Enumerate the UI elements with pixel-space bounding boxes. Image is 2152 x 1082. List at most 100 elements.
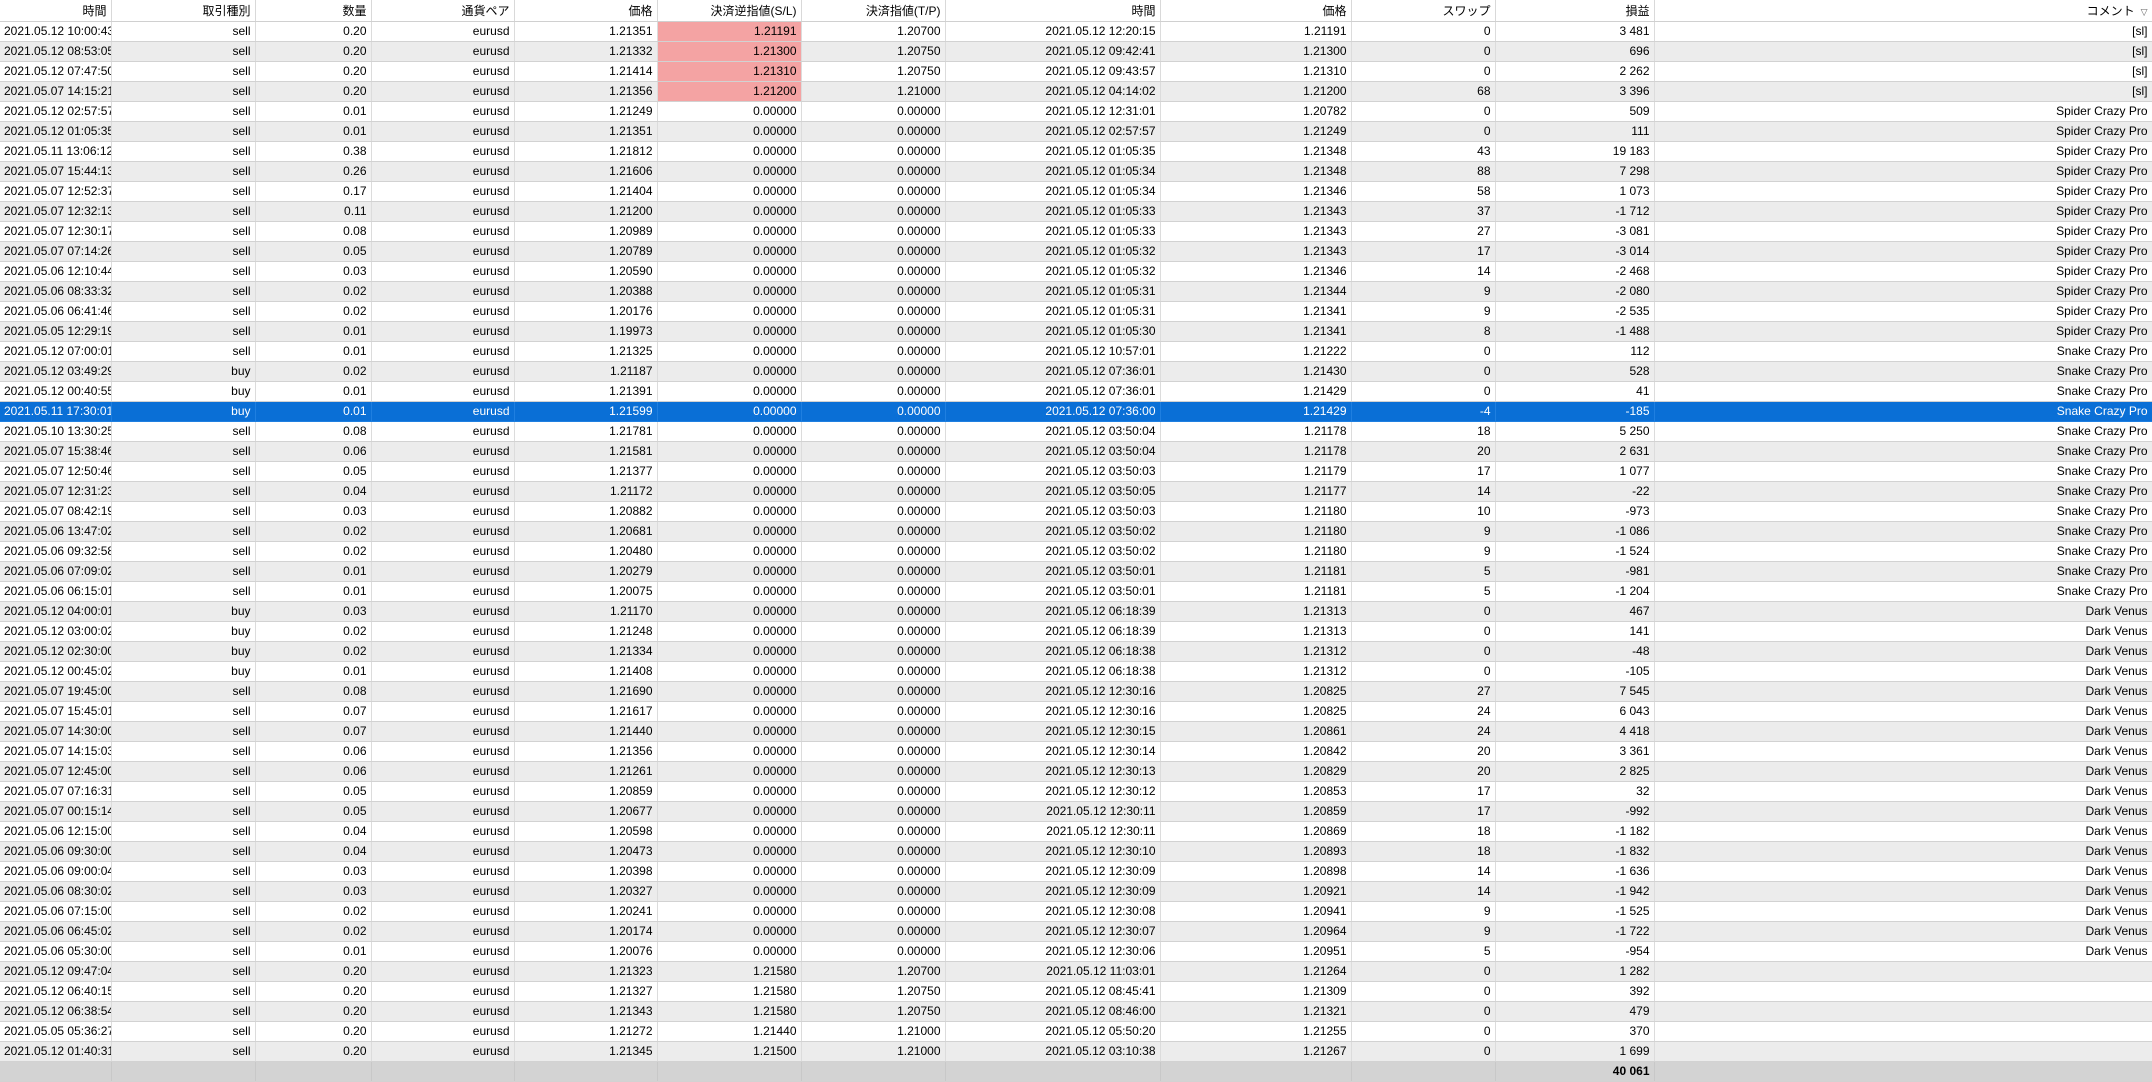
table-row[interactable]: 2021.05.07 12:45:00 sell 0.06 eurusd 1.21261…	[0, 761, 2152, 782]
cell-comment: Dark Venus	[1654, 641, 2152, 662]
cell-volume: 0.01	[255, 581, 372, 602]
table-row[interactable]: 2021.05.07 12:52:37 sell 0.17 eurusd 1.21404…	[0, 181, 2152, 202]
table-row[interactable]: 2021.05.07 07:16:31 sell 0.05 eurusd 1.20859…	[0, 781, 2152, 802]
col-header-take-profit[interactable]: 決済指値(T/P)	[801, 0, 946, 22]
table-row[interactable]: 2021.05.12 08:53:05 sell 0.20 eurusd 1.21332…	[0, 41, 2152, 62]
table-row[interactable]: 2021.05.12 06:38:54 sell 0.20 eurusd 1.21343…	[0, 1001, 2152, 1022]
table-row[interactable]: 2021.05.12 04:00:01 buy 0.03 eurusd 1.21170 0…	[0, 601, 2152, 622]
col-header-close-price[interactable]: 価格	[1160, 0, 1352, 22]
cell-profit: 7 298	[1495, 161, 1655, 182]
cell-open-price: 1.21404	[514, 181, 658, 202]
table-row[interactable]: 2021.05.07 19:45:00 sell 0.08 eurusd 1.21690…	[0, 681, 2152, 702]
col-header-profit[interactable]: 損益	[1495, 0, 1655, 22]
cell-swap: 0	[1351, 601, 1496, 622]
table-row[interactable]: 2021.05.12 03:49:29 buy 0.02 eurusd 1.21187 0…	[0, 361, 2152, 382]
table-row[interactable]: 2021.05.07 07:14:26 sell 0.05 eurusd 1.20789…	[0, 241, 2152, 262]
cell-take-profit: 0.00000	[801, 881, 946, 902]
table-row[interactable]: 2021.05.11 17:30:01 buy 0.01 eurusd 1.21599 0…	[0, 401, 2152, 422]
table-row[interactable]: 2021.05.12 00:40:55 buy 0.01 eurusd 1.21391 0…	[0, 381, 2152, 402]
table-row[interactable]: 2021.05.12 09:47:04 sell 0.20 eurusd 1.21323…	[0, 961, 2152, 982]
cell-take-profit: 0.00000	[801, 381, 946, 402]
col-header-open-price[interactable]: 価格	[514, 0, 658, 22]
table-row[interactable]: 2021.05.12 01:40:31 sell 0.20 eurusd 1.21345…	[0, 1041, 2152, 1062]
table-row[interactable]: 2021.05.06 06:41:46 sell 0.02 eurusd 1.20176…	[0, 301, 2152, 322]
table-row[interactable]: 2021.05.05 05:36:27 sell 0.20 eurusd 1.21272…	[0, 1021, 2152, 1042]
table-row[interactable]: 2021.05.06 05:30:00 sell 0.01 eurusd 1.20076…	[0, 941, 2152, 962]
col-header-swap[interactable]: スワップ	[1351, 0, 1496, 22]
table-row[interactable]: 2021.05.12 02:30:00 buy 0.02 eurusd 1.21334 0…	[0, 641, 2152, 662]
table-row[interactable]: 2021.05.07 14:15:03 sell 0.06 eurusd 1.21356…	[0, 741, 2152, 762]
cell-close-price: 1.21341	[1160, 321, 1352, 342]
table-row[interactable]: 2021.05.12 07:47:50 sell 0.20 eurusd 1.21414…	[0, 61, 2152, 82]
col-header-volume[interactable]: 数量	[255, 0, 372, 22]
cell-type: buy	[111, 381, 256, 402]
table-row[interactable]: 2021.05.07 15:44:13 sell 0.26 eurusd 1.21606…	[0, 161, 2152, 182]
col-header-open-time[interactable]: 時間	[0, 0, 112, 22]
table-row[interactable]: 2021.05.11 13:06:12 sell 0.38 eurusd 1.21812…	[0, 141, 2152, 162]
table-row[interactable]: 2021.05.06 08:30:02 sell 0.03 eurusd 1.20327…	[0, 881, 2152, 902]
col-header-comment[interactable]: コメント ▽	[1654, 0, 2152, 22]
col-header-close-time[interactable]: 時間	[945, 0, 1161, 22]
cell-open-price: 1.21351	[514, 121, 658, 142]
table-row[interactable]: 2021.05.07 14:15:21 sell 0.20 eurusd 1.21356…	[0, 81, 2152, 102]
table-row[interactable]: 2021.05.12 01:05:35 sell 0.01 eurusd 1.21351…	[0, 121, 2152, 142]
table-row[interactable]: 2021.05.12 10:00:43 sell 0.20 eurusd 1.21351…	[0, 21, 2152, 42]
table-row[interactable]: 2021.05.07 15:45:01 sell 0.07 eurusd 1.21617…	[0, 701, 2152, 722]
table-row[interactable]: 2021.05.07 15:38:46 sell 0.06 eurusd 1.21581…	[0, 441, 2152, 462]
cell-stop-loss: 0.00000	[657, 801, 802, 822]
table-row[interactable]: 2021.05.05 12:29:19 sell 0.01 eurusd 1.19973…	[0, 321, 2152, 342]
table-row[interactable]: 2021.05.07 08:42:19 sell 0.03 eurusd 1.20882…	[0, 501, 2152, 522]
table-row[interactable]: 2021.05.06 12:10:44 sell 0.03 eurusd 1.20590…	[0, 261, 2152, 282]
cell-type: sell	[111, 1041, 256, 1062]
cell-type: sell	[111, 181, 256, 202]
table-row[interactable]: 2021.05.06 09:30:00 sell 0.04 eurusd 1.20473…	[0, 841, 2152, 862]
col-header-symbol[interactable]: 通貨ペア	[371, 0, 515, 22]
cell-swap: 0	[1351, 381, 1496, 402]
col-header-stop-loss[interactable]: 決済逆指値(S/L)	[657, 0, 802, 22]
cell-symbol: eurusd	[371, 121, 515, 142]
table-row[interactable]: 2021.05.06 07:15:00 sell 0.02 eurusd 1.20241…	[0, 901, 2152, 922]
cell-stop-loss: 0.00000	[657, 761, 802, 782]
table-row[interactable]: 2021.05.07 12:31:23 sell 0.04 eurusd 1.21172…	[0, 481, 2152, 502]
cell-profit: -2 080	[1495, 281, 1655, 302]
cell-swap: 18	[1351, 841, 1496, 862]
table-row[interactable]: 2021.05.12 02:57:57 sell 0.01 eurusd 1.21249…	[0, 101, 2152, 122]
col-header-type[interactable]: 取引種別	[111, 0, 256, 22]
table-row[interactable]: 2021.05.06 06:45:02 sell 0.02 eurusd 1.20174…	[0, 921, 2152, 942]
cell-close-price: 1.21180	[1160, 501, 1352, 522]
cell-open-price: 1.21187	[514, 361, 658, 382]
table-row[interactable]: 2021.05.07 00:15:14 sell 0.05 eurusd 1.20677…	[0, 801, 2152, 822]
table-row[interactable]: 2021.05.06 08:33:32 sell 0.02 eurusd 1.20388…	[0, 281, 2152, 302]
cell-close-price: 1.21348	[1160, 141, 1352, 162]
table-row[interactable]: 2021.05.06 07:09:02 sell 0.01 eurusd 1.20279…	[0, 561, 2152, 582]
table-row[interactable]: 2021.05.12 06:40:15 sell 0.20 eurusd 1.21327…	[0, 981, 2152, 1002]
cell-stop-loss: 0.00000	[657, 481, 802, 502]
cell-stop-loss: 0.00000	[657, 521, 802, 542]
table-row[interactable]: 2021.05.06 06:15:01 sell 0.01 eurusd 1.20075…	[0, 581, 2152, 602]
table-row[interactable]: 2021.05.12 07:00:01 sell 0.01 eurusd 1.21325…	[0, 341, 2152, 362]
table-row[interactable]: 2021.05.07 14:30:00 sell 0.07 eurusd 1.21440…	[0, 721, 2152, 742]
table-row[interactable]: 2021.05.12 03:00:02 buy 0.02 eurusd 1.21248 0…	[0, 621, 2152, 642]
cell-profit: 3 361	[1495, 741, 1655, 762]
cell-open-time: 2021.05.11 17:30:01	[0, 401, 112, 422]
table-row[interactable]: 2021.05.06 09:00:04 sell 0.03 eurusd 1.20398…	[0, 861, 2152, 882]
cell-comment: Snake Crazy Pro	[1654, 541, 2152, 562]
cell-volume: 0.05	[255, 461, 372, 482]
table-row[interactable]: 2021.05.10 13:30:25 sell 0.08 eurusd 1.21781…	[0, 421, 2152, 442]
cell-type: sell	[111, 1021, 256, 1042]
cell-stop-loss: 1.21580	[657, 961, 802, 982]
cell-type: sell	[111, 881, 256, 902]
table-row[interactable]: 2021.05.12 00:45:02 buy 0.01 eurusd 1.21408 0…	[0, 661, 2152, 682]
cell-close-price: 1.21343	[1160, 241, 1352, 262]
table-row[interactable]: 2021.05.07 12:50:46 sell 0.05 eurusd 1.21377…	[0, 461, 2152, 482]
cell-symbol: eurusd	[371, 401, 515, 422]
table-row[interactable]: 2021.05.06 13:47:02 sell 0.02 eurusd 1.20681…	[0, 521, 2152, 542]
sort-descending-icon[interactable]: ▽	[2141, 7, 2148, 18]
table-row[interactable]: 2021.05.06 09:32:58 sell 0.02 eurusd 1.20480…	[0, 541, 2152, 562]
table-row[interactable]: 2021.05.07 12:32:13 sell 0.11 eurusd 1.21200…	[0, 201, 2152, 222]
table-row[interactable]: 2021.05.07 12:30:17 sell 0.08 eurusd 1.20989…	[0, 221, 2152, 242]
cell-stop-loss: 0.00000	[657, 201, 802, 222]
table-row[interactable]: 2021.05.06 12:15:00 sell 0.04 eurusd 1.20598…	[0, 821, 2152, 842]
cell-close-time: 2021.05.12 09:42:41	[945, 41, 1161, 62]
trade-history-table: 時間 取引種別 数量 通貨ペア 価格 決済逆指値(S/L) 決済指値(T/P) …	[0, 0, 2152, 1082]
